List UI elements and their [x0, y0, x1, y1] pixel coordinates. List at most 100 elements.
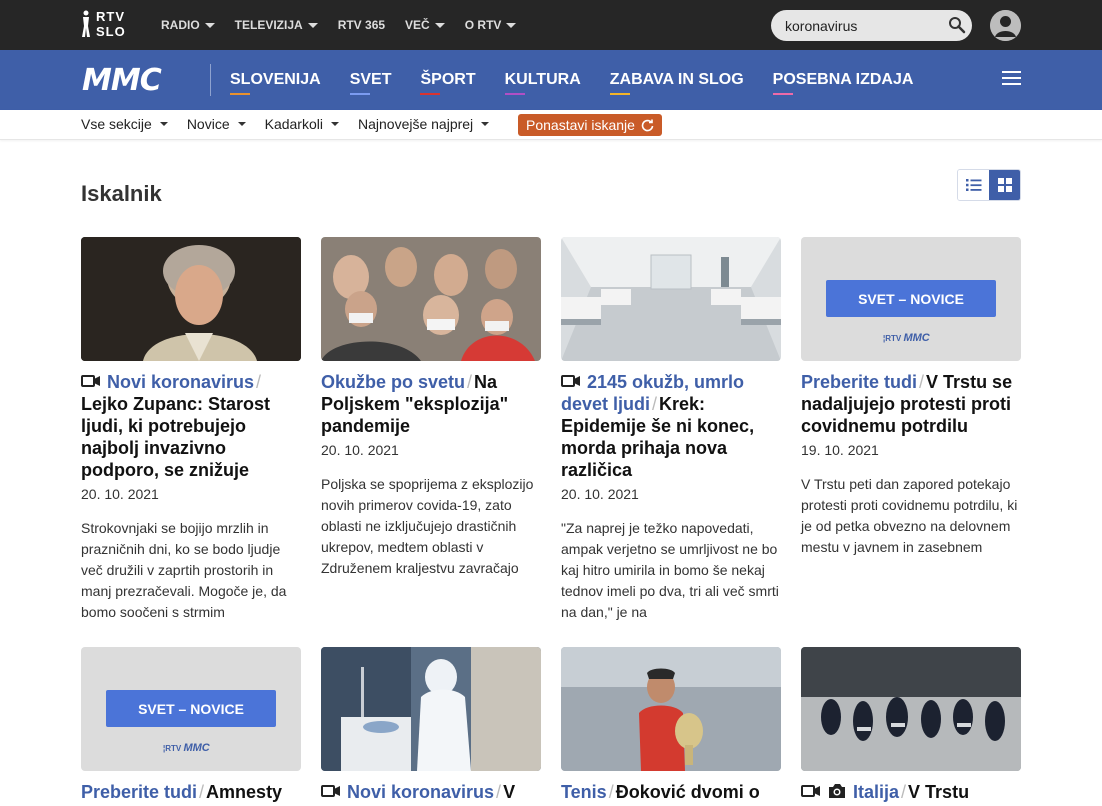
mini-mmc-logo: ¦RTV MMC	[883, 332, 930, 344]
article-card[interactable]: SVET – NOVICE ¦RTV MMC Preberite tudi / V …	[801, 237, 1021, 558]
user-avatar-icon[interactable]	[990, 10, 1021, 41]
caret-down-icon	[506, 22, 517, 28]
article-title[interactable]: Preberite tudi / Amnesty	[81, 781, 301, 803]
nav-svet[interactable]: SVET	[349, 70, 392, 95]
rtv-figure-icon	[82, 10, 90, 37]
mmc-logo[interactable]: MMC	[82, 63, 162, 98]
caret-down-icon	[204, 22, 215, 28]
mini-mmc-logo: ¦RTV MMC	[163, 742, 210, 754]
nav-label: ŠPORT	[420, 71, 476, 88]
caret-down-icon	[434, 22, 445, 28]
topnav-label: RADIO	[161, 18, 200, 32]
rtv-slo-logo[interactable]: RTV SLO	[80, 8, 132, 42]
article-kicker: Novi koronavirus	[347, 782, 495, 802]
article-image[interactable]	[561, 237, 781, 361]
grid-view-button[interactable]	[989, 170, 1020, 200]
search-icon[interactable]	[948, 16, 966, 34]
refresh-icon	[641, 119, 654, 131]
article-kicker: Okužbe po svetu	[321, 372, 466, 392]
article-kicker: Italija	[853, 782, 900, 802]
nav-slovenija[interactable]: SLOVENIJA	[230, 70, 321, 95]
video-icon	[81, 375, 100, 388]
article-image[interactable]	[801, 647, 1021, 771]
filter-label: Novice	[186, 116, 230, 132]
article-headline: Đoković dvomi o	[615, 782, 760, 802]
nav-underline	[504, 93, 525, 95]
filters: Vse sekcije Novice Kadarkoli Najnovejše …	[81, 116, 508, 132]
article-kicker: Preberite tudi	[81, 782, 198, 802]
article-title[interactable]: Preberite tudi / V Trstu se nadaljujejo pr…	[801, 371, 1021, 437]
filter-sections[interactable]: Vse sekcije	[81, 116, 168, 132]
article-excerpt: Strokovnjaki se bojijo mrzlih in praznič…	[81, 520, 287, 620]
article-kicker: Novi koronavirus	[107, 372, 255, 392]
logo-text-slo: SLO	[96, 24, 126, 39]
article-card[interactable]: Tenis / Đoković dvomi o	[561, 647, 781, 803]
article-image[interactable]	[561, 647, 781, 771]
placeholder-image[interactable]: SVET – NOVICE ¦RTV MMC	[801, 237, 1021, 361]
topnav-label: VEČ	[405, 18, 430, 32]
nav-label: SVET	[349, 71, 392, 88]
search-input[interactable]	[785, 16, 935, 36]
reset-search-button[interactable]: Ponastavi iskanje	[518, 114, 662, 136]
article-headline: V	[503, 782, 516, 802]
video-icon	[321, 785, 340, 798]
nav-kultura[interactable]: KULTURA	[504, 70, 581, 95]
caret-down-icon	[307, 22, 318, 28]
nav-posebna-izdaja[interactable]: POSEBNA IZDAJA	[772, 70, 913, 95]
topnav-label: TELEVIZIJA	[234, 18, 303, 32]
article-title[interactable]: Tenis / Đoković dvomi o	[561, 781, 781, 803]
topnav-o-rtv[interactable]: O RTV	[465, 16, 517, 34]
topnav-vec[interactable]: VEČ	[405, 16, 445, 34]
article-title[interactable]: 2145 okužb, umrlo devet ljudi / Krek: Epid…	[561, 371, 781, 481]
article-card[interactable]: SVET – NOVICE ¦RTV MMC Preberite tudi / Am…	[81, 647, 301, 803]
separator: /	[256, 372, 262, 392]
video-icon	[801, 785, 820, 798]
caret-down-icon	[481, 122, 490, 126]
topnav-rtv365[interactable]: RTV 365	[338, 16, 385, 34]
separator: /	[901, 782, 907, 802]
article-card[interactable]: Okužbe po svetu / Na Poljskem "eksplozija"…	[321, 237, 541, 579]
article-date: 19. 10. 2021	[801, 442, 879, 458]
mmc-nav-bar: MMC SLOVENIJA SVET ŠPORT KULTURA ZABAVA …	[0, 50, 1102, 110]
article-title[interactable]: Okužbe po svetu / Na Poljskem "eksplozija"…	[321, 371, 541, 437]
article-card[interactable]: 2145 okužb, umrlo devet ljudi / Krek: Epid…	[561, 237, 781, 623]
topnav-televizija[interactable]: TELEVIZIJA	[235, 16, 318, 34]
article-title[interactable]: Novi koronavirus / Lejko Zupanc: Starost l…	[81, 371, 301, 481]
article-kicker: Preberite tudi	[801, 372, 918, 392]
top-nav: RADIO TELEVIZIJA RTV 365 VEČ O RTV	[161, 16, 536, 34]
article-headline: V Trstu	[908, 782, 970, 802]
placeholder-image[interactable]: SVET – NOVICE ¦RTV MMC	[81, 647, 301, 771]
search-box	[771, 10, 972, 41]
article-card[interactable]: Italija / V Trstu	[801, 647, 1021, 803]
filter-bar: Vse sekcije Novice Kadarkoli Najnovejše …	[0, 110, 1102, 140]
article-date: 20. 10. 2021	[321, 442, 399, 458]
list-view-button[interactable]	[958, 170, 989, 200]
article-image[interactable]	[321, 647, 541, 771]
article-card[interactable]: Novi koronavirus / V	[321, 647, 541, 803]
main-nav: SLOVENIJA SVET ŠPORT KULTURA ZABAVA IN S…	[230, 70, 942, 95]
article-headline: Lejko Zupanc: Starost ljudi, ki potrebuj…	[81, 394, 271, 480]
topnav-radio[interactable]: RADIO	[161, 16, 215, 34]
filter-type[interactable]: Novice	[187, 116, 246, 132]
menu-icon[interactable]	[1002, 71, 1021, 85]
topnav-label: RTV 365	[337, 18, 386, 32]
article-title[interactable]: Italija / V Trstu	[801, 781, 1021, 803]
divider	[210, 64, 211, 96]
logo-text-rtv: RTV	[96, 9, 125, 24]
separator: /	[467, 372, 473, 392]
nav-sport[interactable]: ŠPORT	[420, 70, 476, 95]
separator: /	[608, 782, 614, 802]
grid-icon	[997, 178, 1012, 192]
article-image[interactable]	[81, 237, 301, 361]
article-excerpt: "Za naprej je težko napovedati, ampak ve…	[561, 520, 779, 620]
article-card[interactable]: Novi koronavirus / Lejko Zupanc: Starost l…	[81, 237, 301, 623]
article-title[interactable]: Novi koronavirus / V	[321, 781, 541, 803]
filter-sort[interactable]: Najnovejše najprej	[358, 116, 490, 132]
reset-search-label: Ponastavi iskanje	[526, 117, 635, 133]
nav-underline	[420, 93, 441, 95]
article-date: 20. 10. 2021	[81, 486, 159, 502]
article-image[interactable]	[321, 237, 541, 361]
camera-icon	[829, 784, 845, 799]
nav-zabava-in-slog[interactable]: ZABAVA IN SLOG	[609, 70, 744, 95]
filter-time[interactable]: Kadarkoli	[265, 116, 339, 132]
